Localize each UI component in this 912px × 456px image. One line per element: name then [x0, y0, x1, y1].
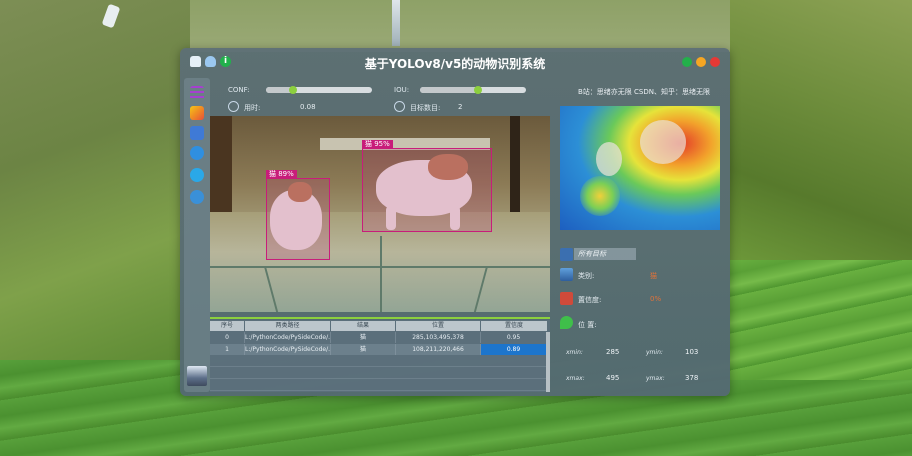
- xmin-value: 285: [606, 348, 620, 356]
- target-icon: [560, 248, 573, 261]
- detection-box[interactable]: 猫 95%: [362, 140, 492, 232]
- background-mountain-left: [0, 0, 190, 360]
- iou-slider-fill: [420, 87, 479, 93]
- background-field-right: [730, 260, 912, 380]
- window-title: 基于YOLOv8/v5的动物识别系统: [364, 57, 546, 71]
- background-sky: [180, 0, 740, 52]
- heatmap-cat-left: [596, 142, 622, 176]
- timer-icon: [228, 101, 239, 112]
- position-label: 位 置:: [578, 321, 597, 329]
- iou-slider[interactable]: [420, 86, 526, 94]
- cell-path: L:/PythonCode/PySideCode/...: [245, 344, 331, 355]
- conf-slider[interactable]: [266, 86, 372, 94]
- image-icon[interactable]: [190, 106, 204, 120]
- sidebar: [184, 78, 210, 392]
- background-mountain-right: [730, 0, 912, 270]
- type-value: 猫: [650, 272, 657, 280]
- avatar[interactable]: [187, 366, 207, 386]
- play-icon[interactable]: [190, 168, 204, 182]
- minimize-button[interactable]: [696, 57, 706, 67]
- detection-label: 猫 89%: [266, 170, 297, 179]
- results-table[interactable]: 序号 两类路径 结果 位置 置信度 0 L:/PythonCode/PySide…: [210, 320, 550, 392]
- xmin-label: xmin:: [566, 349, 583, 356]
- table-header-index[interactable]: 序号: [210, 321, 244, 331]
- author-info: B站：思绪亦无限 CSDN、知乎：思绪无限: [578, 88, 710, 96]
- xmax-label: xmax:: [566, 375, 585, 382]
- table-divider: [210, 317, 550, 319]
- title-bar[interactable]: i 基于YOLOv8/v5的动物识别系统: [180, 48, 730, 78]
- table-empty-row: [210, 380, 550, 391]
- cell-result: 猫: [331, 344, 396, 355]
- video-icon[interactable]: [190, 126, 204, 140]
- ymin-value: 103: [685, 348, 699, 356]
- type-label: 类别:: [578, 272, 595, 280]
- target-count-icon: [394, 101, 405, 112]
- cell-index: 1: [210, 344, 245, 355]
- count-label: 目标数目:: [410, 104, 441, 112]
- cell-confidence-selected[interactable]: 0.89: [481, 344, 547, 355]
- table-row[interactable]: 1 L:/PythonCode/PySideCode/... 猫 108,211…: [210, 344, 550, 355]
- close-button[interactable]: [710, 57, 720, 67]
- cell-path: L:/PythonCode/PySideCode/...: [245, 332, 331, 343]
- ymin-label: ymin:: [646, 349, 663, 356]
- table-header-confidence[interactable]: 置信度: [481, 321, 547, 331]
- heatmap-spot: [580, 176, 620, 216]
- cell-index: 0: [210, 332, 245, 343]
- count-value: 2: [458, 103, 463, 111]
- confidence-value: 0%: [650, 295, 662, 303]
- target-select[interactable]: 所有目标: [574, 248, 636, 260]
- table-empty-row: [210, 368, 550, 379]
- location-pin-icon: [560, 316, 573, 329]
- cell-confidence: 0.95: [481, 332, 547, 343]
- table-scrollbar[interactable]: [546, 332, 550, 392]
- confidence-label: 置信度:: [578, 296, 602, 304]
- conf-slider-knob[interactable]: [288, 86, 297, 94]
- iou-slider-knob[interactable]: [474, 86, 483, 94]
- table-header-path[interactable]: 两类路径: [245, 321, 330, 331]
- table-empty-row: [210, 356, 550, 367]
- detection-label: 猫 95%: [362, 140, 393, 149]
- maximize-button[interactable]: [682, 57, 692, 67]
- confidence-icon: [560, 292, 573, 305]
- table-header-position[interactable]: 位置: [396, 321, 480, 331]
- menu-icon[interactable]: [190, 86, 204, 100]
- ymax-label: ymax:: [646, 375, 665, 382]
- model-icon[interactable]: [190, 190, 204, 204]
- time-label: 用时:: [244, 104, 261, 112]
- cell-position: 108,211,220,466: [396, 344, 481, 355]
- heatmap-thumbnail[interactable]: [560, 106, 720, 230]
- table-header-result[interactable]: 结果: [331, 321, 395, 331]
- conf-label: CONF:: [228, 86, 250, 94]
- cell-position: 285,103,495,378: [396, 332, 481, 343]
- time-value: 0.08: [300, 103, 316, 111]
- app-window: i 基于YOLOv8/v5的动物识别系统 CONF: IOU: B站：思绪亦无限…: [180, 48, 730, 396]
- detection-box[interactable]: 猫 89%: [266, 170, 330, 260]
- heatmap-cat-right: [640, 120, 686, 164]
- iou-label: IOU:: [394, 86, 410, 94]
- cell-result: 猫: [331, 332, 396, 343]
- background-waterfall: [392, 0, 400, 46]
- table-row[interactable]: 0 L:/PythonCode/PySideCode/... 猫 285,103…: [210, 332, 550, 343]
- category-icon: [560, 268, 573, 281]
- detection-image[interactable]: 猫 89% 猫 95%: [210, 116, 550, 312]
- floor-tile-line: [380, 236, 382, 312]
- ymax-value: 378: [685, 374, 699, 382]
- xmax-value: 495: [606, 374, 620, 382]
- camera-icon[interactable]: [190, 146, 204, 160]
